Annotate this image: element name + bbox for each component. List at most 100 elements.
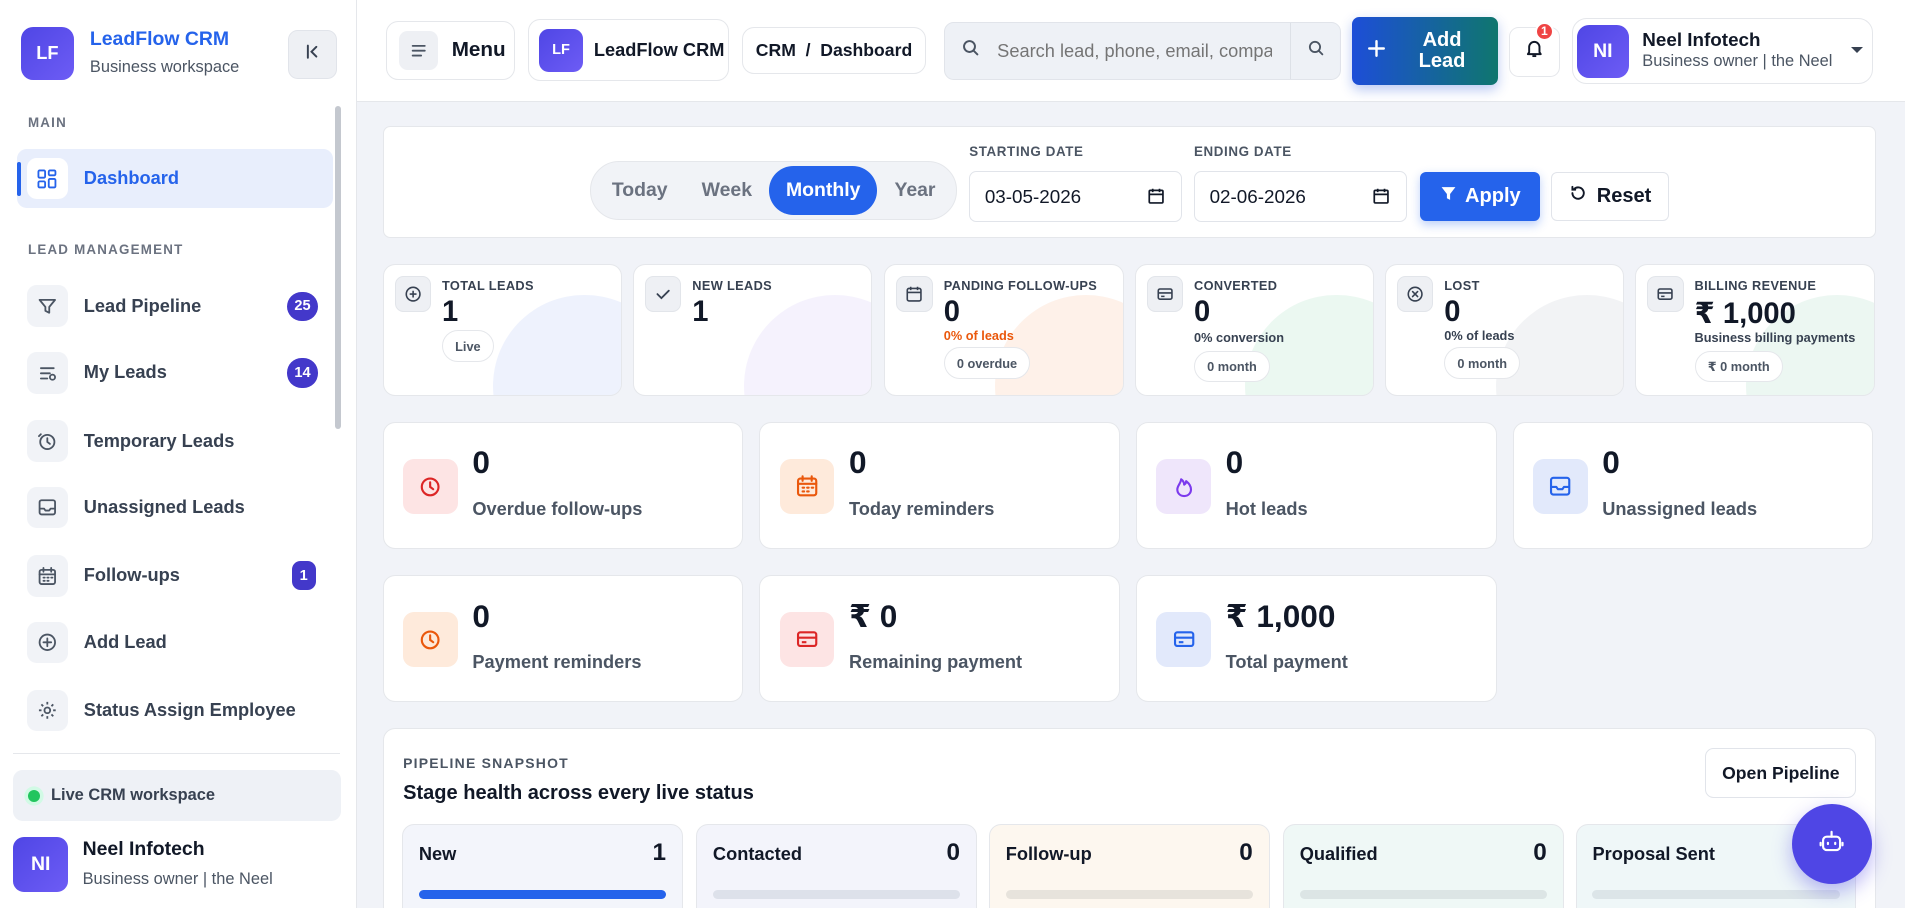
sidebar-item-follow-ups[interactable]: Follow-ups 1 bbox=[17, 547, 333, 605]
brand-logo: LF bbox=[20, 26, 75, 81]
date-filter-panel: Today Week Monthly Year STARTING DATE 03… bbox=[382, 126, 1876, 239]
user-name: Neel Infotech bbox=[1642, 28, 1761, 50]
sidebar-item-my-leads[interactable]: My Leads 14 bbox=[17, 344, 333, 402]
sidebar-item-status-assign-employee[interactable]: Status Assign Employee bbox=[17, 682, 333, 740]
pipeline-stage-qualified[interactable]: Qualified 0 bbox=[1282, 823, 1564, 908]
sidebar-item-label: Status Assign Employee bbox=[83, 700, 296, 721]
stat-note: 0% of leads bbox=[1444, 327, 1515, 343]
user-menu[interactable]: NI Neel Infotech Business owner | the Ne… bbox=[1572, 18, 1874, 84]
stage-name: Qualified bbox=[1299, 844, 1378, 865]
stage-name: Contacted bbox=[712, 844, 802, 865]
card-icon bbox=[1156, 612, 1212, 667]
period-year[interactable]: Year bbox=[877, 166, 952, 215]
reset-icon bbox=[1569, 184, 1587, 208]
brand-subtitle: Business workspace bbox=[89, 58, 240, 77]
stat-note: 0% conversion bbox=[1194, 330, 1285, 346]
notifications-button[interactable]: 1 bbox=[1508, 21, 1560, 77]
metric-label: Unassigned leads bbox=[1602, 499, 1758, 520]
pipeline-stage-contacted[interactable]: Contacted 0 bbox=[696, 823, 977, 908]
app-name: LeadFlow CRM bbox=[593, 39, 725, 60]
sidebar-item-lead-pipeline[interactable]: Lead Pipeline 25 bbox=[17, 277, 333, 335]
live-workspace-label: Live CRM workspace bbox=[51, 786, 215, 805]
sidebar-item-temporary-leads[interactable]: Temporary Leads bbox=[17, 412, 333, 470]
stat-title: TOTAL LEADS bbox=[441, 277, 534, 293]
stat-note: Business billing payments bbox=[1694, 330, 1856, 346]
sidebar-item-add-lead[interactable]: Add Lead bbox=[17, 614, 333, 672]
stat-card-billing-revenue[interactable]: BILLING REVENUE ₹ 1,000 Business billing… bbox=[1635, 263, 1875, 397]
metric-value: 0 bbox=[472, 444, 490, 481]
stat-card-new-leads[interactable]: NEW LEADS 1 bbox=[632, 263, 873, 397]
close-circle-icon bbox=[1396, 275, 1434, 312]
breadcrumb-root[interactable]: CRM bbox=[756, 40, 796, 61]
app-switcher[interactable]: LF LeadFlow CRM bbox=[528, 19, 729, 82]
stat-value: 0 bbox=[1194, 296, 1211, 329]
metric-card-overdue-follow-ups[interactable]: 0 Overdue follow-ups bbox=[382, 421, 744, 550]
search-bar bbox=[943, 21, 1342, 81]
sidebar-item-dashboard[interactable]: Dashboard bbox=[17, 149, 333, 208]
pipeline-stage-follow-up[interactable]: Follow-up 0 bbox=[988, 823, 1270, 908]
stat-card-pending-follow-ups[interactable]: PANDING FOLLOW-UPS 0 0% of leads 0 overd… bbox=[884, 263, 1124, 397]
menu-icon bbox=[399, 30, 439, 70]
flame-icon bbox=[1156, 459, 1212, 514]
add-lead-label-line1: Add bbox=[1422, 28, 1462, 51]
plus-circle-icon bbox=[26, 622, 69, 664]
search-submit-button[interactable] bbox=[1290, 22, 1340, 79]
clock-icon bbox=[403, 612, 458, 667]
stat-card-converted[interactable]: CONVERTED 0 0% conversion 0 month bbox=[1134, 263, 1375, 397]
metric-label: Hot leads bbox=[1225, 499, 1308, 520]
stat-value: 0 bbox=[1444, 296, 1461, 329]
metric-card-hot-leads[interactable]: 0 Hot leads bbox=[1135, 421, 1497, 550]
avatar: NI bbox=[1576, 25, 1629, 78]
plus-circle-icon bbox=[394, 275, 432, 312]
stat-title: PANDING FOLLOW-UPS bbox=[943, 277, 1098, 293]
metric-label: Total payment bbox=[1225, 652, 1348, 673]
add-lead-label-line2: Lead bbox=[1418, 50, 1466, 73]
bell-icon bbox=[1524, 38, 1545, 65]
brand-name: LeadFlow CRM bbox=[89, 27, 230, 50]
card-icon bbox=[779, 612, 835, 667]
stage-count: 0 bbox=[946, 839, 960, 867]
sidebar-item-label: Temporary Leads bbox=[83, 430, 235, 451]
starting-date-input[interactable]: 03-05-2026 bbox=[969, 171, 1182, 223]
apply-button[interactable]: Apply bbox=[1419, 172, 1541, 221]
check-icon bbox=[644, 275, 682, 312]
sidebar-item-unassigned-leads[interactable]: Unassigned Leads bbox=[17, 479, 333, 537]
metric-value: ₹ 0 bbox=[848, 597, 898, 634]
search-icon bbox=[961, 38, 980, 63]
breadcrumb: CRM / Dashboard bbox=[742, 26, 926, 75]
search-input[interactable] bbox=[997, 40, 1272, 62]
starting-date-label: STARTING DATE bbox=[969, 144, 1084, 160]
metric-card-unassigned-leads[interactable]: 0 Unassigned leads bbox=[1512, 421, 1874, 550]
reset-button[interactable]: Reset bbox=[1551, 172, 1670, 221]
stat-card-total-leads[interactable]: TOTAL LEADS 1 Live bbox=[382, 263, 622, 397]
count-badge: 25 bbox=[286, 291, 319, 321]
sidebar-item-label: Add Lead bbox=[83, 632, 167, 653]
open-pipeline-button[interactable]: Open Pipeline bbox=[1705, 748, 1857, 798]
filter-icon bbox=[26, 285, 69, 327]
period-week[interactable]: Week bbox=[685, 166, 769, 215]
chatbot-button[interactable] bbox=[1791, 804, 1873, 885]
collapse-sidebar-button[interactable] bbox=[287, 30, 337, 79]
period-today[interactable]: Today bbox=[595, 166, 685, 215]
metric-card-remaining-payment[interactable]: ₹ 0 Remaining payment bbox=[759, 574, 1121, 703]
stage-name: Follow-up bbox=[1005, 844, 1092, 865]
menu-button[interactable]: Menu bbox=[386, 20, 516, 81]
metric-card-today-reminders[interactable]: 0 Today reminders bbox=[759, 421, 1121, 550]
avatar[interactable]: NI bbox=[13, 837, 69, 892]
sidebar-user-name: Neel Infotech bbox=[82, 838, 205, 861]
stage-progress-bar bbox=[1299, 890, 1547, 899]
add-lead-button[interactable]: Add Lead bbox=[1352, 17, 1498, 86]
pipeline-stage-new[interactable]: New 1 bbox=[402, 823, 683, 908]
ending-date-input[interactable]: 02-06-2026 bbox=[1194, 171, 1407, 223]
bot-icon bbox=[1817, 827, 1846, 862]
metric-card-payment-reminders[interactable]: 0 Payment reminders bbox=[382, 574, 744, 703]
metric-card-total-payment[interactable]: ₹ 1,000 Total payment bbox=[1135, 574, 1497, 703]
sidebar-scrollbar[interactable] bbox=[335, 105, 342, 429]
period-monthly[interactable]: Monthly bbox=[769, 166, 878, 215]
stat-pill: Live bbox=[441, 330, 494, 362]
stat-card-lost[interactable]: LOST 0 0% of leads 0 month bbox=[1384, 263, 1625, 397]
metric-value: ₹ 1,000 bbox=[1225, 597, 1336, 634]
calendar-icon bbox=[896, 275, 933, 312]
live-workspace-badge: Live CRM workspace bbox=[13, 770, 342, 822]
sidebar-item-label: Lead Pipeline bbox=[83, 295, 202, 316]
